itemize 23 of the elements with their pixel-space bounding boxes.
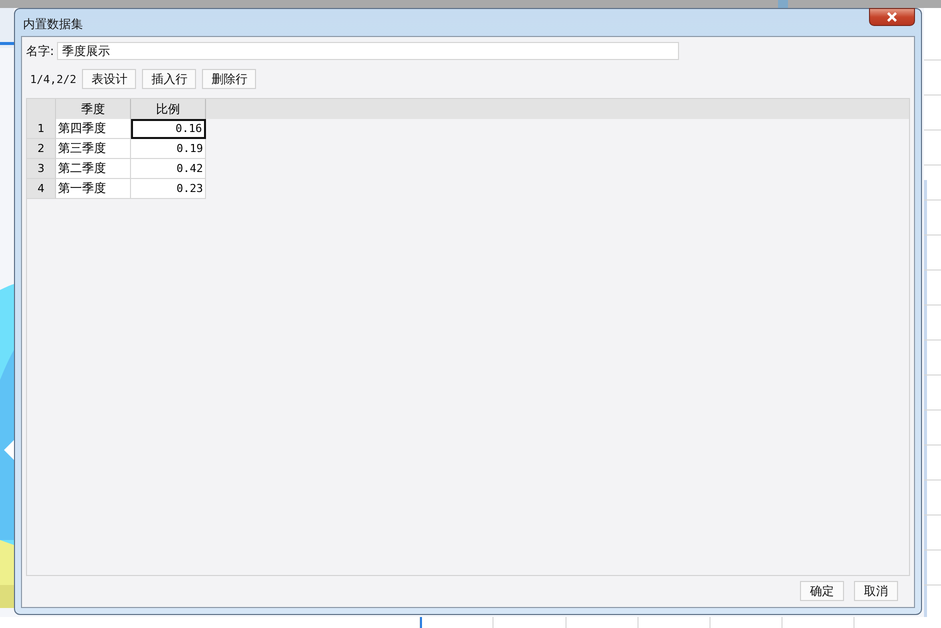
- toolbar-button[interactable]: 删除行: [202, 69, 256, 89]
- toolbar-button[interactable]: 表设计: [82, 69, 136, 89]
- table-cell[interactable]: 第二季度: [56, 159, 131, 179]
- table-cell[interactable]: 0.42: [131, 159, 206, 179]
- table-cell[interactable]: 第三季度: [56, 139, 131, 159]
- dialog-button[interactable]: 取消: [854, 581, 898, 601]
- row-number: 1: [27, 119, 56, 139]
- row-number: 4: [27, 179, 56, 199]
- name-field[interactable]: 季度展示: [57, 42, 680, 60]
- position-indicator: 1/4,2/2: [30, 72, 76, 86]
- table-cell[interactable]: 第四季度: [56, 119, 131, 139]
- table-cell[interactable]: 第一季度: [56, 179, 131, 199]
- name-label: 名字:: [26, 42, 54, 60]
- row-number: 2: [27, 139, 56, 159]
- window-title: 内置数据集: [23, 16, 83, 33]
- table-cell[interactable]: 0.16: [131, 119, 206, 139]
- toolbar-button[interactable]: 插入行: [142, 69, 196, 89]
- table-cell[interactable]: 0.23: [131, 179, 206, 199]
- close-button[interactable]: [869, 8, 915, 26]
- close-icon: [886, 12, 898, 22]
- table-cell[interactable]: 0.19: [131, 139, 206, 159]
- row-number: 3: [27, 159, 56, 179]
- dialog-button[interactable]: 确定: [800, 581, 844, 601]
